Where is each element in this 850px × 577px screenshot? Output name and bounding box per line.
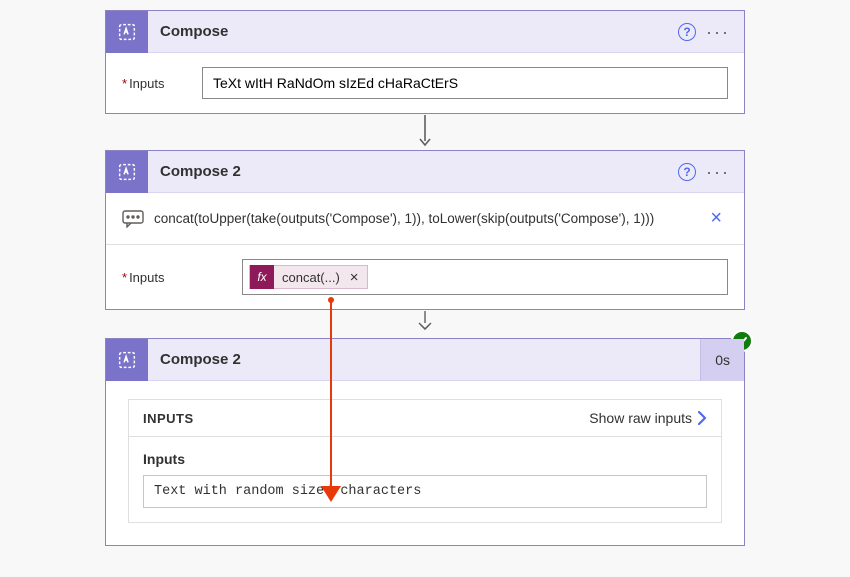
compose-action-card: Compose ? ··· *Inputs: [105, 10, 745, 114]
card-title: Compose: [148, 23, 678, 40]
compose-icon: [106, 339, 148, 381]
close-expression-icon[interactable]: ×: [704, 207, 728, 230]
compose-inputs-field[interactable]: [202, 67, 728, 99]
speech-bubble-icon: [122, 210, 144, 228]
inputs-panel: INPUTS Show raw inputs Inputs Text with …: [128, 399, 722, 523]
token-remove-icon[interactable]: ×: [348, 269, 367, 286]
execution-duration: 0s: [700, 339, 744, 381]
compose-icon: [106, 11, 148, 53]
expression-text: concat(toUpper(take(outputs('Compose'), …: [154, 211, 704, 226]
expression-tooltip-row: concat(toUpper(take(outputs('Compose'), …: [106, 193, 744, 245]
inputs-label: *Inputs: [122, 270, 242, 285]
compose2-inputs-field[interactable]: fx concat(...) ×: [242, 259, 728, 295]
help-icon[interactable]: ?: [678, 23, 696, 41]
more-menu-icon[interactable]: ···: [702, 163, 734, 181]
compose-icon: [106, 151, 148, 193]
compose2-run-result-card: Compose 2 0s INPUTS Show raw inputs Inpu…: [105, 338, 745, 546]
card-title: Compose 2: [148, 163, 678, 180]
fx-icon: fx: [250, 265, 274, 289]
show-raw-inputs-link[interactable]: Show raw inputs: [589, 410, 707, 426]
help-icon[interactable]: ?: [678, 163, 696, 181]
compose2-action-card: Compose 2 ? ··· concat(toUpper(take(outp…: [105, 150, 745, 310]
flow-connector-add-icon[interactable]: [415, 310, 435, 338]
token-label: concat(...): [274, 270, 348, 285]
flow-connector-arrow-icon: [415, 114, 435, 150]
card-header[interactable]: Compose 2 0s: [106, 339, 744, 381]
inputs-label: *Inputs: [122, 76, 202, 91]
inputs-sublabel: Inputs: [143, 451, 707, 467]
card-header[interactable]: Compose 2 ? ···: [106, 151, 744, 193]
card-title: Compose 2: [148, 351, 700, 368]
more-menu-icon[interactable]: ···: [702, 23, 734, 41]
panel-title: INPUTS: [143, 411, 194, 426]
card-header[interactable]: Compose ? ···: [106, 11, 744, 53]
expression-token[interactable]: fx concat(...) ×: [249, 265, 368, 289]
chevron-right-icon: [698, 411, 707, 425]
inputs-value-readonly: Text with random sized characters: [143, 475, 707, 508]
